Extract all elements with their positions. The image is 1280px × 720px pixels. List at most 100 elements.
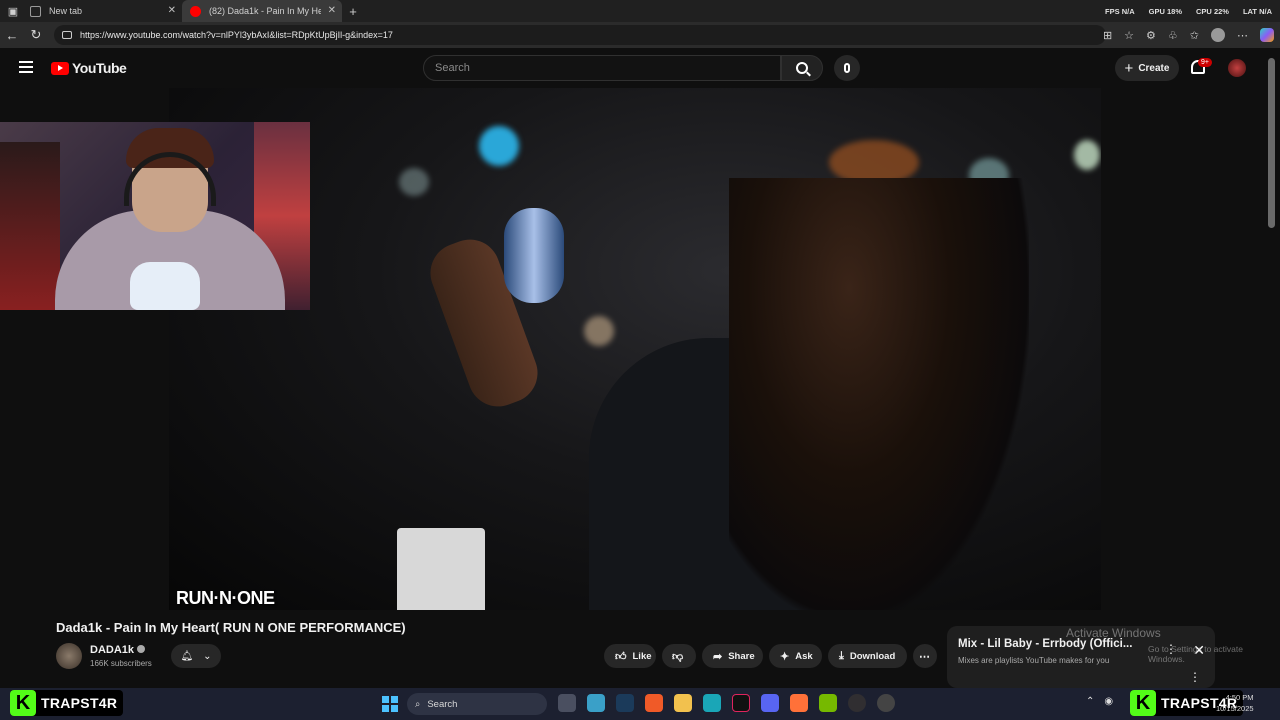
tiktok-icon[interactable]	[732, 694, 750, 712]
search-button[interactable]	[781, 55, 823, 81]
site-info-icon[interactable]	[62, 31, 72, 39]
app-available-icon[interactable]: ⊞	[1103, 29, 1112, 42]
youtube-header: YouTube Search + Create 9+	[0, 48, 1280, 88]
video-actions: 👍︎ Like 👎︎ ➦ Share ✦ Ask ⤓ Download ⋯	[604, 644, 937, 668]
tab-label: (82) Dada1k - Pain In My Heart( R	[209, 6, 321, 16]
sparkle-icon: ✦	[780, 650, 790, 663]
gpu-stat: GPU 18%	[1148, 6, 1182, 16]
app-icon[interactable]	[877, 694, 895, 712]
subscriber-count: 166K subscribers	[90, 659, 152, 668]
windows-start-icon[interactable]	[382, 696, 398, 712]
discord-icon[interactable]	[761, 694, 779, 712]
bokeh-light	[479, 126, 519, 166]
new-tab-favicon-icon	[30, 5, 41, 17]
bokeh-light	[1074, 140, 1100, 170]
youtube-logo[interactable]: YouTube	[51, 60, 127, 76]
refresh-icon[interactable]: ↻	[24, 27, 48, 43]
activate-windows-title: Activate Windows	[1066, 626, 1161, 640]
tab-new-tab[interactable]: New tab ✕	[22, 0, 182, 22]
chevron-up-icon[interactable]: ⌃	[1086, 696, 1094, 707]
dislike-button[interactable]: 👎︎	[662, 644, 696, 668]
verified-icon	[137, 645, 146, 653]
share-icon: ➦	[713, 650, 723, 663]
bell-icon: 🔔︎	[180, 650, 194, 662]
favorites-icon[interactable]: ✩	[1190, 29, 1199, 42]
bokeh-light	[399, 168, 429, 196]
kick-logo-icon: K	[1130, 690, 1156, 716]
steam-tray-icon[interactable]: ◉	[1104, 696, 1113, 707]
more-menu-icon[interactable]: ⋯	[1237, 29, 1248, 42]
search-icon: ⌕	[415, 698, 421, 710]
download-button[interactable]: ⤓ Download	[828, 644, 907, 668]
address-bar-row: ← ↻ https://www.youtube.com/watch?v=nlPY…	[0, 22, 1280, 48]
more-vertical-icon[interactable]: ⋮	[1189, 670, 1201, 684]
firefox-icon[interactable]	[790, 694, 808, 712]
performer-head	[729, 178, 1029, 610]
notepad-icon[interactable]	[587, 694, 605, 712]
tab-youtube-video[interactable]: (82) Dada1k - Pain In My Heart( R ✕	[182, 0, 342, 22]
edge-icon[interactable]	[703, 694, 721, 712]
chevron-down-icon: ⌄	[203, 650, 212, 662]
voice-search-button[interactable]	[834, 55, 860, 81]
brave-icon[interactable]	[645, 694, 663, 712]
channel-name[interactable]: DADA1k	[90, 644, 146, 656]
close-icon[interactable]: ✕	[328, 5, 336, 16]
more-actions-button[interactable]: ⋯	[913, 644, 937, 668]
system-clock[interactable]: 4:50 PM 10/15/2025	[1216, 692, 1254, 714]
fps-stat: FPS N/A	[1105, 6, 1135, 16]
obs-icon[interactable]	[848, 694, 866, 712]
page-scrollbar[interactable]	[1268, 58, 1275, 228]
subscription-notifications-button[interactable]: 🔔︎ ⌄	[171, 644, 221, 668]
ask-button[interactable]: ✦ Ask	[769, 644, 822, 668]
favorite-star-icon[interactable]: ☆	[1124, 29, 1134, 42]
cup	[397, 528, 485, 610]
nvidia-icon[interactable]	[819, 694, 837, 712]
task-view-icon[interactable]	[558, 694, 576, 712]
extension-icon[interactable]: ⚙	[1146, 29, 1156, 42]
profile-avatar[interactable]	[1211, 28, 1225, 42]
download-icon: ⤓	[839, 649, 844, 662]
video-title: Dada1k - Pain In My Heart( RUN N ONE PER…	[56, 620, 406, 635]
streamer-webcam	[0, 122, 310, 310]
taskbar-apps	[558, 694, 895, 712]
system-tray: ⌃ ◉	[1086, 696, 1113, 707]
thumbs-up-icon: 👍︎	[615, 650, 627, 663]
menu-icon[interactable]	[19, 61, 33, 73]
url-field[interactable]: https://www.youtube.com/watch?v=nlPYl3yb…	[54, 25, 1106, 45]
mix-subtitle: Mixes are playlists YouTube makes for yo…	[958, 656, 1110, 665]
new-tab-button[interactable]: +	[342, 4, 364, 19]
channel-avatar[interactable]	[56, 643, 82, 669]
account-avatar[interactable]	[1228, 59, 1246, 77]
address-bar-tools: ⊞ ☆ ⚙ ♧ ✩ ⋯	[1103, 22, 1274, 48]
microphone	[504, 208, 564, 303]
url-text: https://www.youtube.com/watch?v=nlPYl3yb…	[80, 30, 393, 40]
cpu-stat: CPU 22%	[1196, 6, 1229, 16]
browser-essentials-icon[interactable]: ♧	[1168, 29, 1178, 42]
plus-icon: +	[1124, 59, 1134, 77]
youtube-favicon-icon	[190, 5, 201, 17]
back-icon[interactable]: ←	[0, 28, 24, 43]
share-button[interactable]: ➦ Share	[702, 644, 763, 668]
close-icon[interactable]: ✕	[168, 5, 176, 16]
more-horizontal-icon: ⋯	[919, 650, 930, 663]
thumbs-down-icon: 👎︎	[672, 650, 684, 663]
kick-badge: K TRAPST4R	[10, 690, 124, 716]
taskbar-search[interactable]: ⌕ Search	[407, 693, 547, 715]
notification-badge: 9+	[1198, 58, 1212, 67]
microphone-icon	[844, 63, 850, 73]
search-input[interactable]: Search	[423, 55, 781, 81]
search-icon	[796, 62, 808, 74]
activate-windows-subtitle: Go to Settings to activate Windows.	[1148, 644, 1243, 664]
file-explorer-icon[interactable]	[674, 694, 692, 712]
like-button[interactable]: 👍︎ Like	[604, 644, 656, 668]
tab-label: New tab	[49, 6, 83, 16]
bokeh-light	[584, 316, 614, 346]
youtube-play-icon	[51, 61, 69, 75]
logo-text: YouTube	[72, 60, 127, 76]
kick-logo-icon: K	[10, 690, 36, 716]
copilot-icon[interactable]	[1260, 28, 1274, 42]
steam-icon[interactable]	[616, 694, 634, 712]
browser-tab-bar: ▣ New tab ✕ (82) Dada1k - Pain In My Hea…	[0, 0, 1280, 22]
hoodie-graphic	[130, 262, 200, 310]
create-button[interactable]: + Create	[1115, 55, 1179, 81]
